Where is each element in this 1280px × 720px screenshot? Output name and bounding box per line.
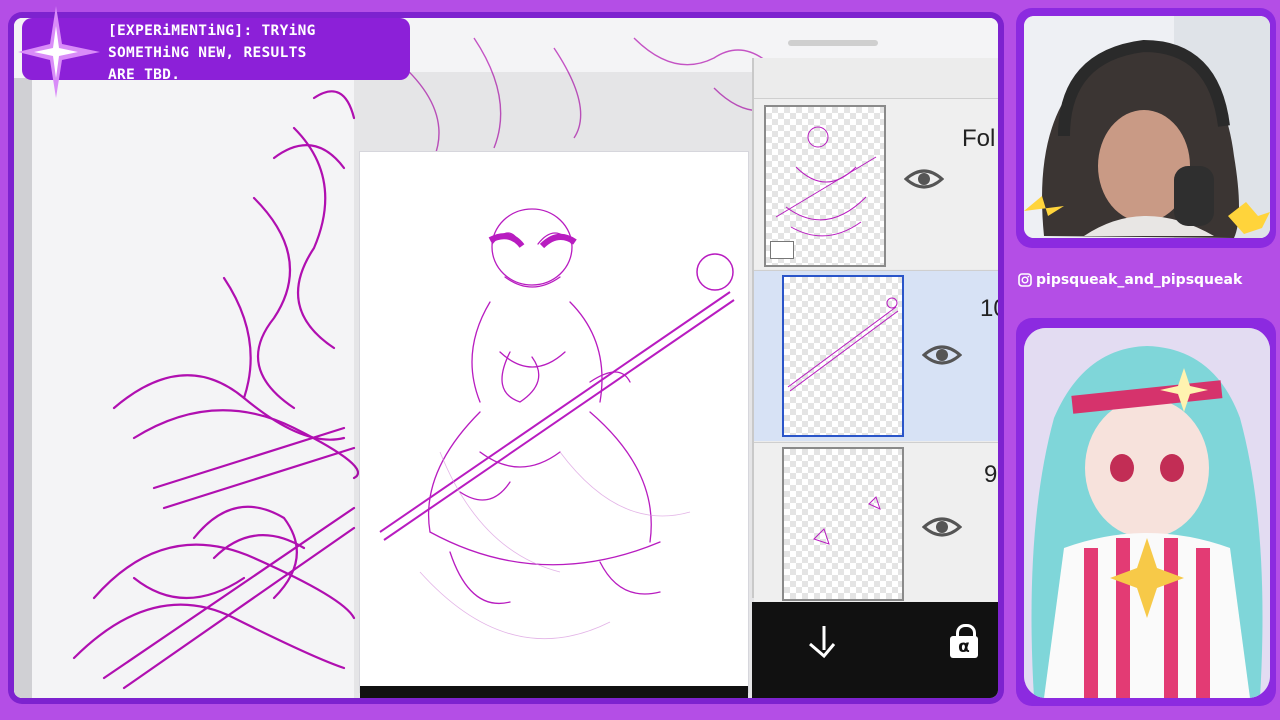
arrow-down-left-icon[interactable] [806,624,838,660]
layer-name: Fol [962,125,996,152]
stream-title-line-1: [EXPERiMENTiNG]: TRYiNG [108,23,316,39]
character-sketch-preview [379,208,735,640]
webcam-person-image [1024,16,1270,238]
layer-toolbar: α [752,602,998,698]
layer-visibility-eye-icon[interactable] [922,341,962,369]
webcam-feed [1024,16,1270,238]
social-handle-text: pipsqueak_and_pipsqueak [1036,272,1243,288]
preview-footer-bar [360,686,748,698]
layer-row-9[interactable]: 9 [754,442,998,603]
vtuber-avatar [1024,328,1270,698]
canvas-preview[interactable] [360,152,748,692]
layer-thumbnail[interactable] [764,105,886,267]
instagram-icon [1018,273,1032,287]
sparkle-icon [18,6,100,98]
alpha-lock-label: α [950,636,978,658]
layer-visibility-eye-icon[interactable] [922,513,962,541]
stream-title-line-2: SOMETHiNG NEW, RESULTS [108,45,307,61]
layer-thumbnail-sketch [787,297,899,392]
layer-row-folder[interactable]: Fol [754,98,998,269]
panel-drag-handle[interactable] [788,40,878,46]
layer-visibility-eye-icon[interactable] [904,165,944,193]
avatar-illustration [1024,328,1270,698]
stream-title-line-3: ARE TBD. [108,67,181,83]
layer-panel: Fol 10 [752,58,998,603]
social-handle: pipsqueak_and_pipsqueak [1018,266,1274,294]
layer-thumbnail[interactable] [782,275,904,437]
layer-thumbnail-sketch [813,496,881,545]
layer-row-10[interactable]: 10 [754,270,998,441]
drawing-app-screen: Fol 10 [14,18,998,698]
alpha-lock-icon[interactable]: α [948,624,980,660]
layer-name: 9 [984,461,998,488]
layer-name: 10 [980,295,998,322]
stream-title: [EXPERiMENTiNG]: TRYiNG SOMETHiNG NEW, R… [108,20,408,86]
layer-thumbnail[interactable] [782,447,904,601]
folder-icon [770,241,794,259]
